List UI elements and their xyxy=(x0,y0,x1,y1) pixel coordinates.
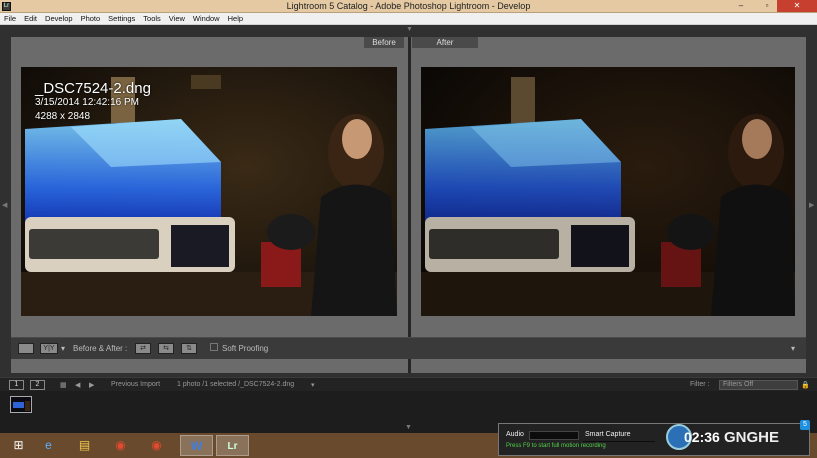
window-title: Lightroom 5 Catalog - Adobe Photoshop Li… xyxy=(286,1,531,11)
filter-label: Filter : xyxy=(690,381,710,388)
menu-tools[interactable]: Tools xyxy=(139,13,165,25)
selection-info[interactable]: 1 photo /1 selected /_DSC7524-2.dng xyxy=(177,381,294,388)
lightroom-taskbar-icon[interactable]: Lr xyxy=(216,435,249,456)
recording-timer: 02:36 xyxy=(684,429,720,445)
menu-develop[interactable]: Develop xyxy=(41,13,77,25)
recorder-hint: Press F9 to start full motion recording xyxy=(506,443,606,449)
swap-before-after-button[interactable]: ⇅ xyxy=(181,343,197,354)
loupe-view-button[interactable] xyxy=(18,343,34,354)
top-panel-toggle-icon[interactable]: ▼ xyxy=(406,26,413,33)
maximize-button[interactable]: ▫ xyxy=(755,0,779,12)
right-panel-toggle-icon[interactable]: ▶ xyxy=(809,201,814,209)
pane-divider xyxy=(408,37,411,373)
menu-view[interactable]: View xyxy=(165,13,189,25)
view-mode-dropdown-icon[interactable]: ▾ xyxy=(61,344,65,353)
filmstrip-header: 1 2 ▦ ◀ ▶ Previous Import 1 photo /1 sel… xyxy=(0,377,817,391)
close-button[interactable]: ✕ xyxy=(777,0,817,12)
filmstrip-thumbnail[interactable] xyxy=(10,396,32,413)
selection-dropdown-icon[interactable]: ▾ xyxy=(311,381,315,389)
chrome-alt-icon[interactable]: ◉ xyxy=(140,435,173,456)
audio-label: Audio xyxy=(506,431,524,438)
develop-workarea: ▼ ◀ ▶ Before After _DSC7524-2.dng 3/15/2… xyxy=(0,25,817,377)
filter-dropdown[interactable]: Filters Off xyxy=(719,380,798,390)
capture-divider xyxy=(583,441,655,442)
toolbar-options-icon[interactable]: ▾ xyxy=(791,344,795,353)
filter-lock-icon[interactable]: 🔒 xyxy=(801,381,810,389)
back-arrow-icon[interactable]: ◀ xyxy=(75,381,80,389)
menu-bar: File Edit Develop Photo Settings Tools View Win… xyxy=(0,13,817,25)
menu-help[interactable]: Help xyxy=(224,13,247,25)
photo-datetime-overlay: 3/15/2014 12:42:16 PM xyxy=(35,97,139,108)
windows-start-icon[interactable]: ⊞ xyxy=(2,435,35,456)
thumbnail-image xyxy=(11,397,31,412)
smart-capture-label: Smart Capture xyxy=(585,431,631,438)
before-tab: Before xyxy=(364,37,404,48)
after-tab: After xyxy=(412,37,478,48)
minimize-button[interactable]: – xyxy=(729,0,753,12)
before-after-viewer: Before After _DSC7524-2.dng 3/15/2014 12… xyxy=(11,37,806,373)
audio-field[interactable] xyxy=(529,431,579,440)
after-photo xyxy=(421,67,795,316)
title-bar: Lr Lightroom 5 Catalog - Adobe Photoshop… xyxy=(0,0,817,13)
after-photo-image xyxy=(421,67,795,316)
photo-dimensions-overlay: 4288 x 2848 xyxy=(35,111,91,122)
grid-icon[interactable]: ▦ xyxy=(60,381,67,389)
copy-before-to-after-button[interactable]: ⇄ xyxy=(135,343,151,354)
menu-photo[interactable]: Photo xyxy=(77,13,105,25)
screen-2-button[interactable]: 2 xyxy=(30,380,45,390)
chrome-icon[interactable]: ◉ xyxy=(104,435,137,456)
copy-after-to-before-button[interactable]: ⇆ xyxy=(158,343,174,354)
bottom-panel-toggle-icon[interactable]: ▼ xyxy=(405,424,412,431)
before-after-view-button[interactable]: Y|Y xyxy=(40,343,58,354)
left-panel-toggle-icon[interactable]: ◀ xyxy=(2,201,7,209)
recorder-brand: 02:36 GNGHE 5 xyxy=(666,420,812,454)
brand-logo-text: GNGHE xyxy=(724,429,780,446)
file-explorer-icon[interactable]: ▤ xyxy=(68,435,101,456)
soft-proofing-label: Soft Proofing xyxy=(222,344,269,353)
menu-window[interactable]: Window xyxy=(189,13,224,25)
word-icon[interactable]: W xyxy=(180,435,213,456)
internet-explorer-icon[interactable]: e xyxy=(32,435,65,456)
viewer-toolbar: Y|Y ▾ Before & After : ⇄ ⇆ ⇅ Soft Proofi… xyxy=(11,337,806,359)
menu-file[interactable]: File xyxy=(0,13,20,25)
screen-1-button[interactable]: 1 xyxy=(9,380,24,390)
photo-name-overlay: _DSC7524-2.dng xyxy=(35,80,151,97)
source-label[interactable]: Previous Import xyxy=(111,381,160,388)
menu-edit[interactable]: Edit xyxy=(20,13,41,25)
brand-badge: 5 xyxy=(800,420,810,430)
soft-proofing-checkbox[interactable] xyxy=(210,343,218,351)
before-photo: _DSC7524-2.dng 3/15/2014 12:42:16 PM 428… xyxy=(21,67,397,316)
forward-arrow-icon[interactable]: ▶ xyxy=(89,381,94,389)
before-after-label: Before & After : xyxy=(73,344,128,353)
menu-settings[interactable]: Settings xyxy=(104,13,139,25)
